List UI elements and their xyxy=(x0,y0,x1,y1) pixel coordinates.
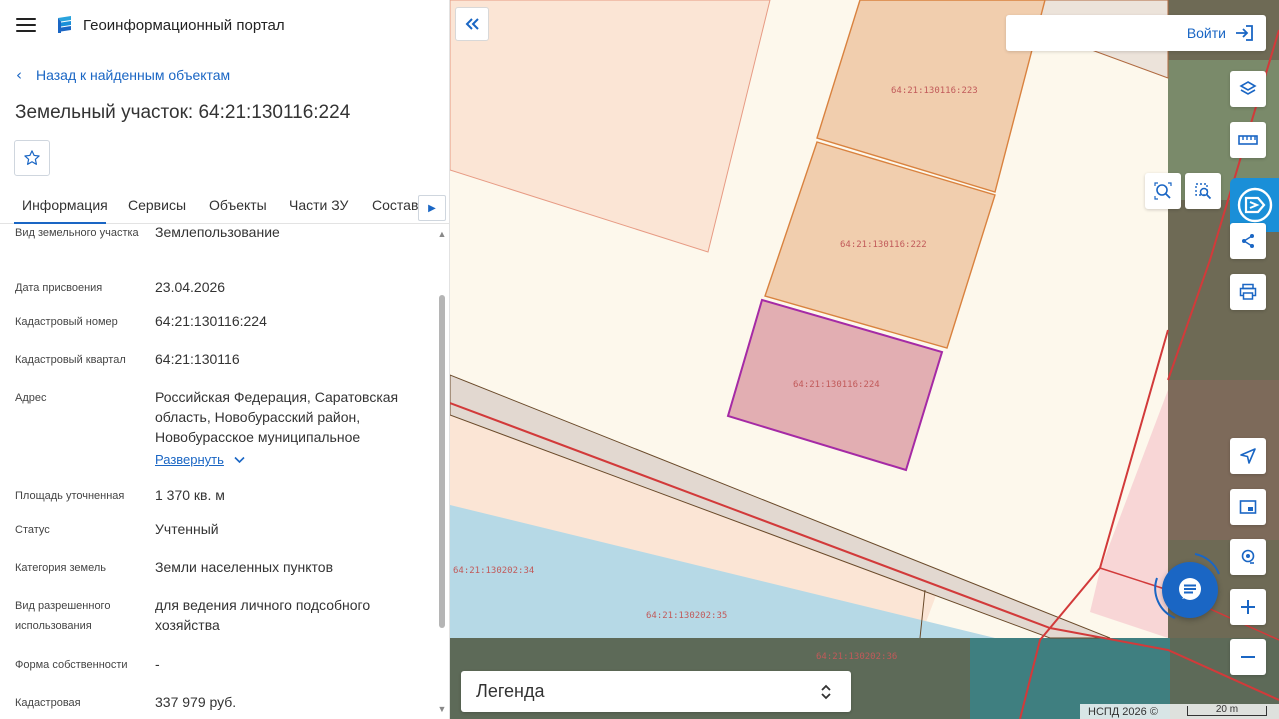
ruler-icon xyxy=(1238,135,1258,145)
prop-value: 337 979 руб. xyxy=(155,694,237,710)
login-button[interactable]: Войти xyxy=(1006,15,1266,51)
locate-button[interactable] xyxy=(1230,438,1266,474)
parcel-label: 64:21:130116:222 xyxy=(840,240,927,250)
double-chevron-left-icon xyxy=(465,18,479,30)
parcel-label: 64:21:130116:224 xyxy=(793,380,880,390)
parcel-label: 64:21:130202:34 xyxy=(453,566,535,576)
layers-button[interactable] xyxy=(1230,71,1266,107)
navigation-arrow-icon xyxy=(1240,448,1256,464)
page-title: Земельный участок: 64:21:130116:224 xyxy=(15,102,351,123)
layers-icon xyxy=(1239,81,1257,95)
login-label: Войти xyxy=(1186,25,1226,41)
zoom-in-button[interactable] xyxy=(1230,589,1266,625)
chat-bubble-icon xyxy=(1179,578,1201,600)
chevron-down-icon xyxy=(234,456,245,463)
picture-in-picture-icon xyxy=(1239,500,1257,514)
plus-icon xyxy=(1241,600,1255,614)
prop-label: Вид земельного участка xyxy=(15,227,139,239)
minus-icon xyxy=(1241,656,1255,658)
prop-value: Землепользование xyxy=(155,225,280,240)
prop-label: Кадастровый квартал xyxy=(15,354,126,366)
back-to-results-link[interactable]: ‹ Назад к найденным объектам xyxy=(16,66,230,84)
tabs-next-button[interactable]: ▶ xyxy=(418,195,446,221)
search-area-button[interactable] xyxy=(1145,173,1181,209)
geolocation-button[interactable] xyxy=(1230,539,1266,575)
prop-value: Учтенный xyxy=(155,521,219,537)
sidebar-panel: Геоинформационный портал ‹ Назад к найде… xyxy=(0,0,450,719)
chat-button[interactable] xyxy=(1162,562,1218,618)
prop-value: 1 370 кв. м xyxy=(155,487,225,503)
chevron-left-icon: ‹ xyxy=(16,66,22,84)
prop-value: Земли населенных пунктов xyxy=(155,559,334,575)
minimap-button[interactable] xyxy=(1230,489,1266,525)
share-icon xyxy=(1242,234,1254,248)
portal-logo-icon xyxy=(58,16,71,33)
prop-value: 64:21:130116:224 xyxy=(155,313,267,329)
parcel-label: 64:21:130116:223 xyxy=(891,86,978,96)
info-tabs: Информация Сервисы Объекты Части ЗУ Сост… xyxy=(0,190,449,224)
tab-parts[interactable]: Части ЗУ xyxy=(289,190,348,224)
scroll-thumb[interactable] xyxy=(439,295,445,628)
tab-objects[interactable]: Объекты xyxy=(209,190,267,224)
parcel-label: 64:21:130202:36 xyxy=(816,652,898,662)
prop-label: Вид разрешенного использования xyxy=(15,600,111,632)
zoom-out-button[interactable] xyxy=(1230,639,1266,675)
triangle-right-icon: ▶ xyxy=(428,202,436,214)
ruler-button[interactable] xyxy=(1230,122,1266,158)
properties-scrollbar[interactable]: ▲ ▼ xyxy=(437,226,447,719)
select-zoom-icon xyxy=(1195,183,1212,200)
tab-composition[interactable]: Состав xyxy=(372,190,418,224)
prop-label: Форма собственности xyxy=(15,659,128,671)
parcel-label: 64:21:130202:35 xyxy=(646,611,728,621)
prop-label: Кадастровый номер xyxy=(15,316,118,328)
printer-icon xyxy=(1239,283,1257,300)
brand-logo-icon xyxy=(1237,187,1272,223)
scale-bar: 20 m xyxy=(1187,704,1267,716)
prop-label: Категория земель xyxy=(15,562,106,574)
app-title: Геоинформационный портал xyxy=(83,16,285,34)
tab-information[interactable]: Информация xyxy=(14,190,108,224)
scale-label: 20 m xyxy=(1215,704,1239,715)
select-area-button[interactable] xyxy=(1185,173,1221,209)
copyright-text: НСПД 2026 © xyxy=(1088,705,1158,718)
sign-in-icon xyxy=(1236,25,1253,41)
menu-icon[interactable] xyxy=(16,18,36,32)
collapse-sidebar-button[interactable] xyxy=(455,7,489,41)
prop-label: Дата присвоения xyxy=(15,282,103,294)
scroll-up-arrow-icon[interactable]: ▲ xyxy=(437,229,447,239)
prop-value: 64:21:130116 xyxy=(155,351,240,367)
legend-dropdown[interactable]: Легенда xyxy=(461,671,851,712)
prop-value: 23.04.2026 xyxy=(155,279,226,295)
legend-label: Легенда xyxy=(476,681,545,701)
tab-services[interactable]: Сервисы xyxy=(128,190,186,224)
favorite-button[interactable] xyxy=(14,140,50,176)
share-button[interactable] xyxy=(1230,223,1266,259)
prop-label: Статус xyxy=(15,524,50,536)
scroll-down-arrow-icon[interactable]: ▼ xyxy=(437,704,447,714)
zoom-search-icon xyxy=(1154,182,1172,200)
prop-value: для ведения личного подсобного хозяйства xyxy=(155,597,371,633)
star-icon xyxy=(24,150,40,165)
prop-label: Кадастровая xyxy=(15,697,81,709)
prop-value: - xyxy=(155,656,160,672)
expand-label: Развернуть xyxy=(155,452,224,467)
location-pin-icon xyxy=(1241,549,1255,564)
print-button[interactable] xyxy=(1230,274,1266,310)
prop-label: Адрес xyxy=(15,392,47,404)
address-value: Российская Федерация, Саратовская област… xyxy=(155,389,399,445)
chevron-updown-icon xyxy=(821,684,831,699)
expand-address-link[interactable]: Развернуть xyxy=(155,452,245,467)
properties-list: Вид земельного участка Землепользование … xyxy=(0,225,436,719)
prop-label: Площадь уточненная xyxy=(15,490,125,502)
back-link-label: Назад к найденным объектам xyxy=(36,67,231,83)
app-header: Геоинформационный портал xyxy=(0,0,449,50)
